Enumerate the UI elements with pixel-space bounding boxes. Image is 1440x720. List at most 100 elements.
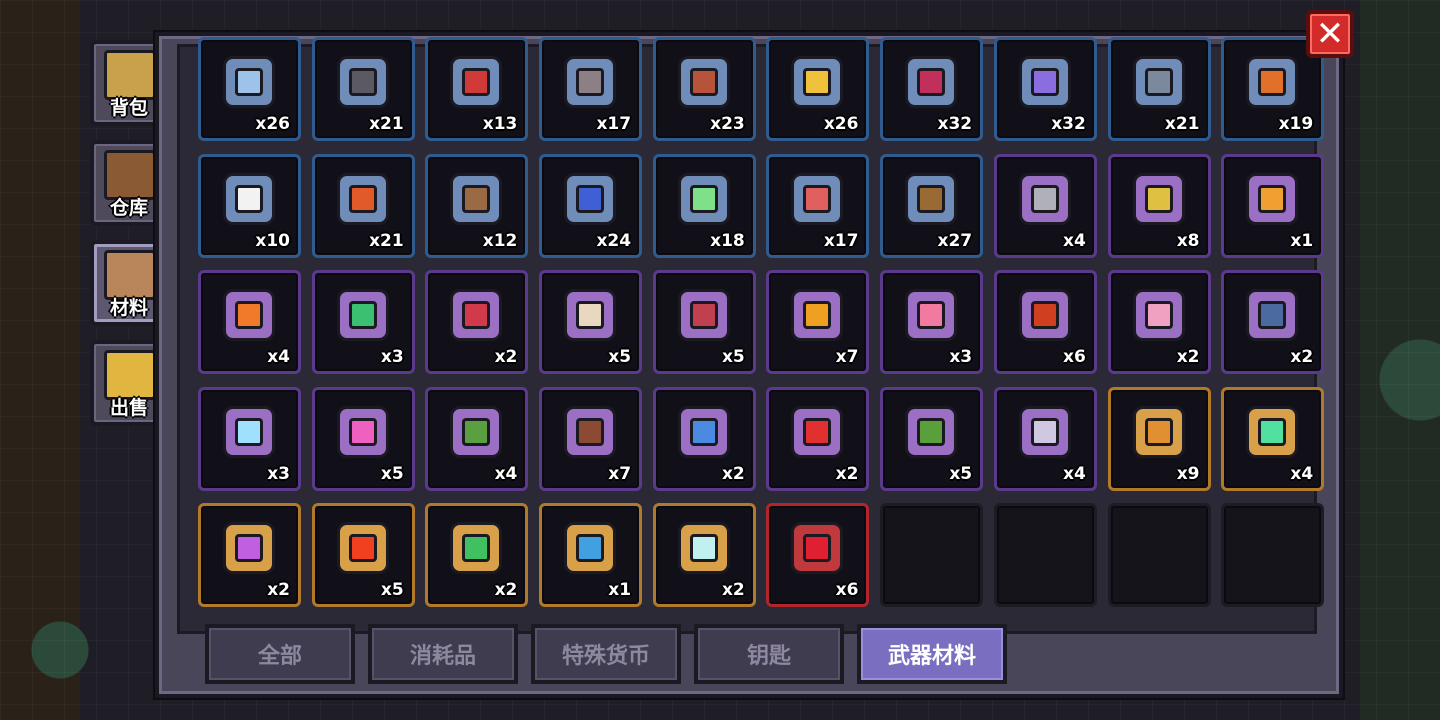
item-slot[interactable]: x2 — [766, 386, 870, 491]
item-quantity: x32 — [1051, 114, 1086, 134]
crimson-blade-icon — [905, 56, 958, 108]
tab-3[interactable]: 钥匙 — [694, 624, 844, 684]
item-slot[interactable]: x6 — [993, 270, 1097, 374]
item-quantity: x2 — [1290, 347, 1314, 367]
close-button[interactable]: ✕ — [1306, 10, 1354, 58]
item-slot[interactable]: x4 — [993, 153, 1097, 258]
item-quantity: x4 — [494, 463, 518, 484]
item-slot[interactable]: x8 — [1107, 153, 1211, 258]
boomerang-icon — [791, 172, 844, 225]
item-quantity: x17 — [823, 230, 859, 251]
item-quantity: x32 — [937, 114, 973, 134]
item-slot[interactable]: x26 — [198, 37, 301, 141]
item-quantity: x19 — [1278, 114, 1314, 134]
item-slot[interactable]: x9 — [1107, 386, 1211, 491]
item-slot[interactable]: x5 — [539, 270, 643, 374]
item-slot[interactable]: x2 — [652, 386, 756, 491]
item-slot[interactable]: x26 — [766, 37, 870, 141]
blue-syringe-icon — [677, 405, 730, 458]
item-slot[interactable]: x24 — [539, 153, 643, 258]
tab-0[interactable]: 全部 — [205, 624, 355, 684]
pink-crystal-icon — [905, 289, 958, 341]
orange-ring-icon — [223, 289, 275, 341]
item-grid-area: x26 x21 x13 x17 x23 x26 x32 x32 x21 x19 x10 x21 x12 x… — [177, 37, 1325, 634]
item-slot[interactable]: x2 — [1107, 270, 1211, 374]
spear-tip-icon — [223, 56, 275, 108]
item-quantity: x7 — [608, 463, 632, 484]
item-quantity: x2 — [835, 463, 859, 484]
rifle-icon — [677, 56, 730, 108]
canister-icon — [1132, 56, 1185, 108]
item-slot[interactable]: x7 — [539, 386, 643, 491]
ghost-jaw-icon — [677, 522, 730, 574]
item-slot[interactable]: x2 — [425, 503, 529, 607]
pickaxe-icon — [223, 522, 275, 574]
item-slot[interactable]: x2 — [425, 270, 529, 374]
item-slot[interactable]: x7 — [766, 270, 870, 374]
item-slot[interactable]: x17 — [539, 37, 643, 141]
green-cannon-icon — [450, 405, 503, 458]
item-slot[interactable]: x21 — [311, 37, 415, 141]
gold-crossbow-icon — [1132, 405, 1185, 458]
empty-slot[interactable] — [880, 503, 984, 607]
item-slot[interactable]: x5 — [311, 503, 415, 607]
item-slot[interactable]: x1 — [539, 503, 643, 607]
item-quantity: x18 — [710, 230, 745, 251]
item-slot[interactable]: x13 — [425, 37, 529, 141]
item-slot[interactable]: x4 — [993, 386, 1097, 491]
item-slot[interactable]: x21 — [311, 153, 415, 258]
item-slot[interactable]: x4 — [425, 386, 529, 491]
item-slot[interactable]: x2 — [1221, 270, 1325, 374]
tab-4[interactable]: 武器材料 — [857, 624, 1007, 684]
item-slot[interactable]: x5 — [311, 386, 415, 491]
item-quantity: x2 — [267, 580, 290, 600]
item-quantity: x2 — [1176, 347, 1200, 367]
side-nav-label: 出售 — [109, 397, 148, 419]
ice-lance-icon — [223, 405, 275, 458]
bullet-icon — [791, 56, 844, 108]
item-slot[interactable]: x4 — [198, 270, 301, 374]
item-slot[interactable]: x17 — [766, 153, 870, 258]
item-slot[interactable]: x10 — [198, 153, 301, 258]
category-tabs: 全部 消耗品 特殊货币 钥匙 武器材料 — [205, 624, 1007, 684]
item-slot[interactable]: x5 — [880, 386, 984, 491]
item-slot[interactable]: x21 — [1107, 37, 1211, 141]
green-star-icon — [1246, 405, 1299, 458]
item-slot[interactable]: x3 — [198, 386, 301, 491]
golden-ring-icon — [1246, 172, 1299, 225]
item-quantity: x21 — [369, 230, 404, 251]
item-slot[interactable]: x2 — [198, 503, 301, 607]
tab-2[interactable]: 特殊货币 — [531, 624, 681, 684]
item-slot[interactable]: x27 — [880, 153, 984, 258]
item-slot[interactable]: x4 — [1221, 386, 1325, 491]
red-flower-icon — [791, 522, 844, 574]
inventory-panel: x26 x21 x13 x17 x23 x26 x32 x32 x21 x19 x10 x21 x12 x… — [155, 32, 1343, 698]
item-slot[interactable]: x1 — [1221, 153, 1325, 258]
item-quantity: x6 — [1063, 347, 1086, 367]
item-slot[interactable]: x18 — [652, 153, 756, 258]
green-orb-icon — [336, 289, 389, 341]
red-dagger-icon — [450, 56, 503, 108]
tab-1[interactable]: 消耗品 — [368, 624, 518, 684]
item-slot[interactable]: x32 — [880, 37, 984, 141]
item-slot[interactable]: x3 — [880, 270, 984, 374]
blue-beast-icon — [564, 522, 617, 574]
item-quantity: x13 — [482, 114, 518, 134]
item-quantity: x7 — [835, 347, 859, 367]
item-slot[interactable]: x2 — [652, 503, 756, 607]
item-slot[interactable]: x32 — [993, 37, 1097, 141]
item-slot[interactable]: x23 — [652, 37, 756, 141]
item-slot[interactable]: x3 — [311, 270, 415, 374]
empty-slot[interactable] — [1221, 503, 1325, 607]
item-slot[interactable]: x5 — [652, 270, 756, 374]
empty-slot[interactable] — [1107, 503, 1211, 607]
item-quantity: x5 — [380, 580, 404, 600]
empty-slot[interactable] — [993, 503, 1097, 607]
item-slot[interactable]: x12 — [425, 153, 529, 258]
item-quantity: x21 — [1164, 114, 1200, 134]
wooden-stick-icon — [905, 172, 958, 225]
item-quantity: x4 — [1290, 463, 1314, 484]
item-slot[interactable]: x6 — [766, 503, 870, 607]
item-quantity: x5 — [949, 463, 973, 484]
orange-block-icon — [1246, 56, 1299, 108]
